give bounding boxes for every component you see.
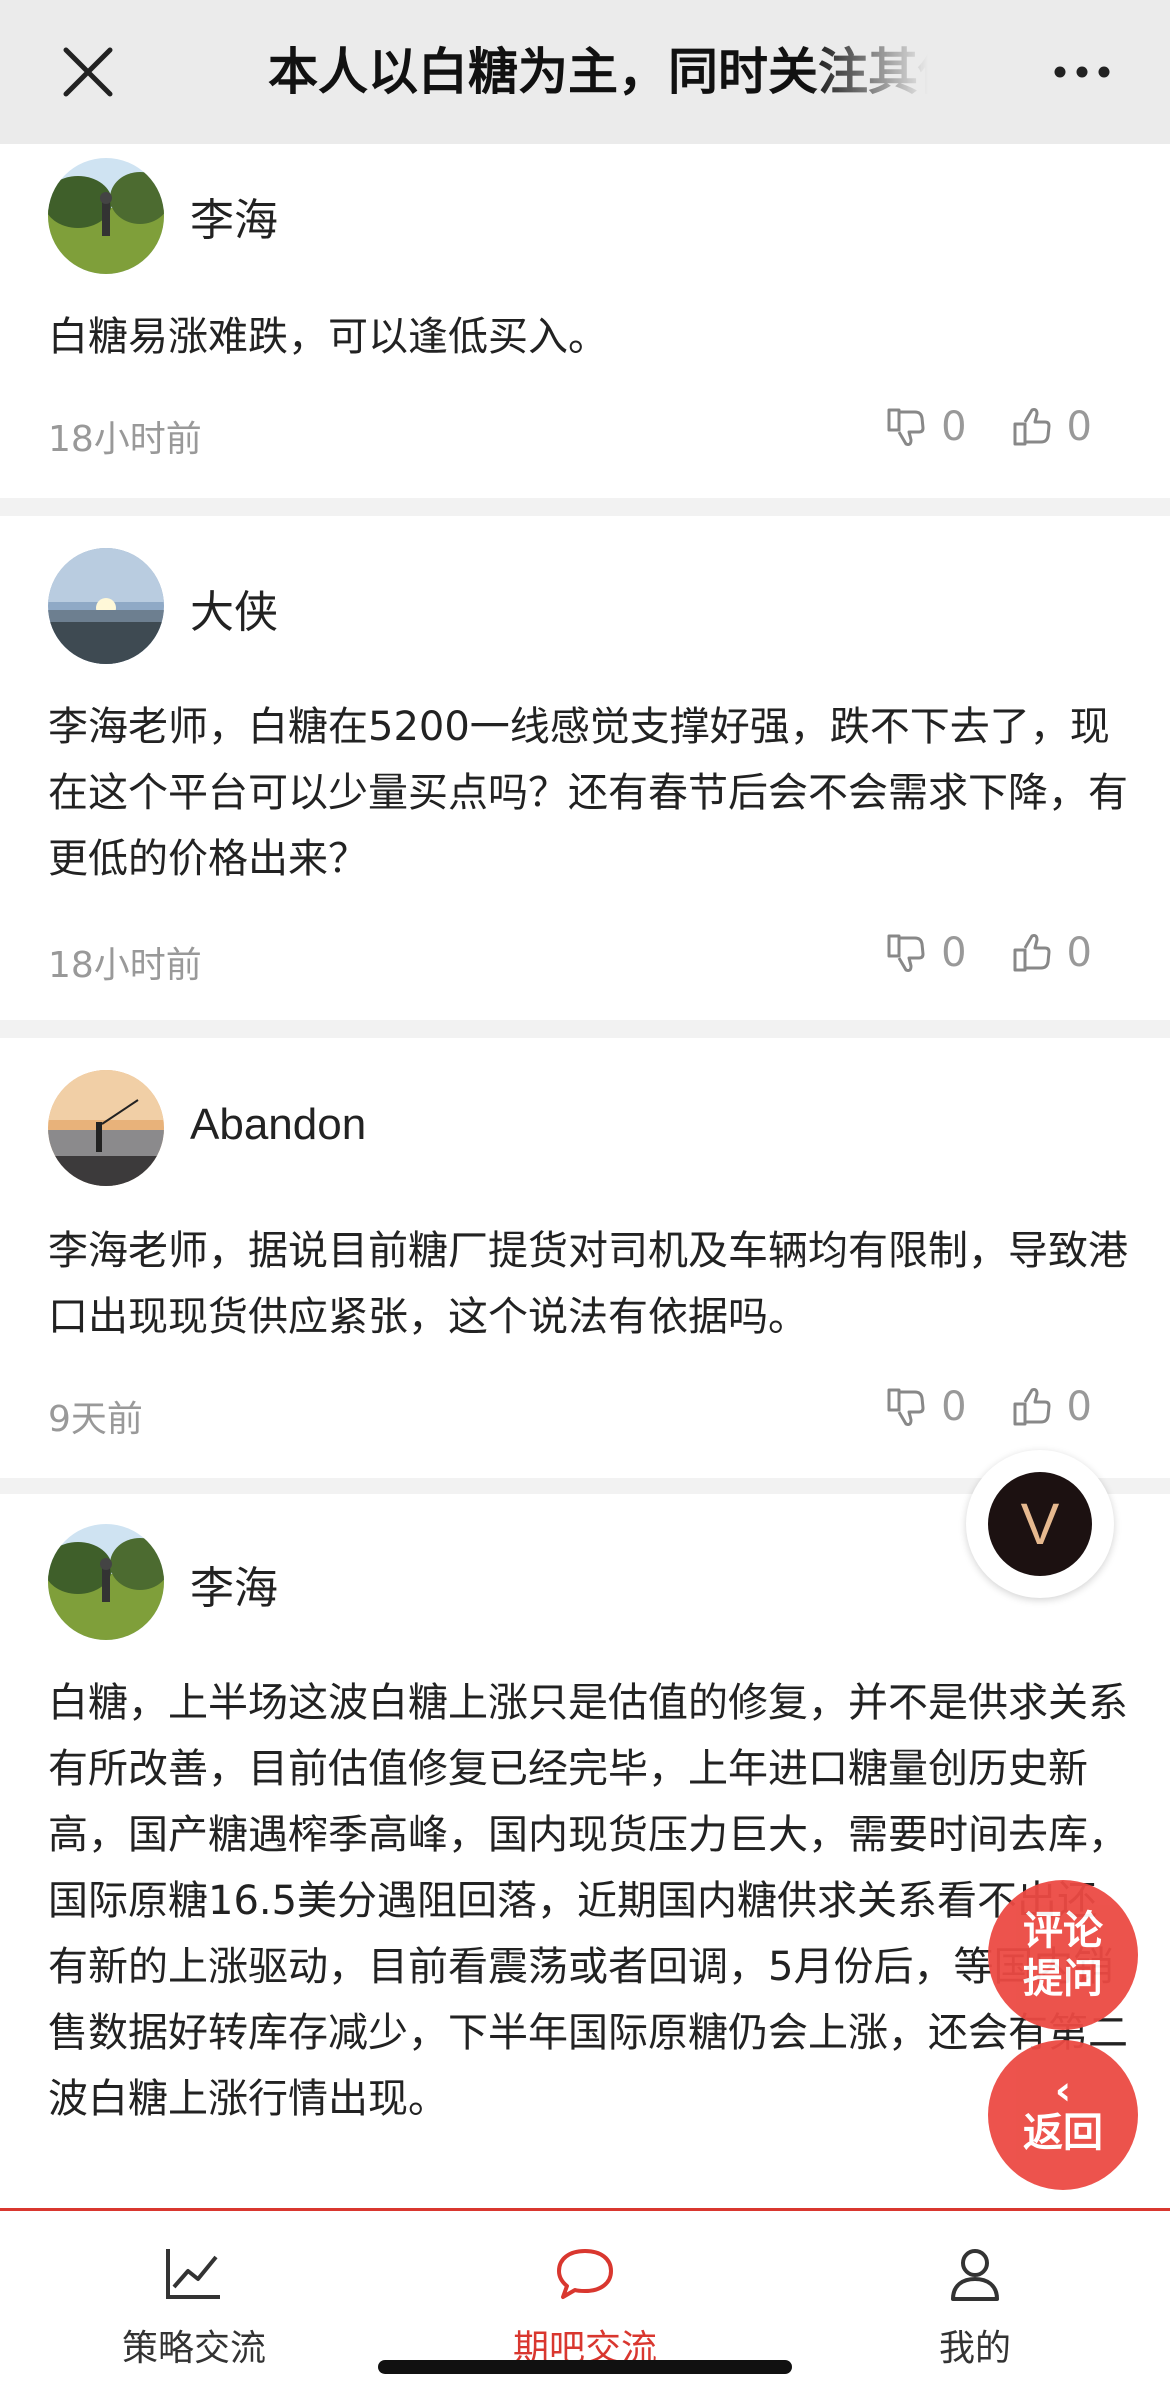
timestamp: 18小时前 <box>48 945 202 986</box>
vote-group: 0 0 <box>885 930 1092 976</box>
comment-ask-button[interactable]: 评论 提问 <box>988 1880 1138 2030</box>
dislike-count: 0 <box>941 1384 967 1430</box>
timestamp: 9天前 <box>48 1399 143 1440</box>
comment-text: 白糖，上半场这波白糖上涨只是估值的修复，并不是供求关系有所改善，目前估值修复已经… <box>48 1680 1128 2122</box>
thumbs-up-icon <box>1013 408 1051 446</box>
comment-card: 大侠 李海老师，白糖在5200一线感觉支撑好强，跌不下去了，现在这个平台可以少量… <box>0 516 1170 1020</box>
comment-text: 李海老师，白糖在5200一线感觉支撑好强，跌不下去了，现在这个平台可以少量买点吗… <box>48 704 1128 882</box>
comment-card: Abandon 李海老师，据说目前糖厂提货对司机及车辆均有限制，导致港口出现现货… <box>0 1038 1170 1478</box>
thumbs-up-icon <box>1013 934 1051 972</box>
like-count: 0 <box>1066 930 1092 976</box>
top-bar: 本人以白糖为主，同时关注其他品种 <box>0 0 1170 144</box>
chevron-left-icon: ‹ <box>1054 2068 1072 2114</box>
tab-label: 我的 <box>938 2328 1011 2369</box>
chart-line-icon <box>166 2249 220 2299</box>
chat-bubble-icon <box>557 2249 613 2299</box>
comment-text: 白糖易涨难跌，可以逢低买入。 <box>48 314 608 360</box>
comment-card: 李海 白糖易涨难跌，可以逢低买入。 18小时前 0 0 <box>0 144 1170 498</box>
user-avatar[interactable] <box>48 1070 164 1186</box>
timestamp: 18小时前 <box>48 419 202 460</box>
user-avatar[interactable] <box>48 158 164 274</box>
like-button[interactable]: 0 <box>1011 930 1092 976</box>
vote-group: 0 0 <box>885 404 1092 450</box>
vip-label: V <box>988 1472 1092 1576</box>
username[interactable]: 李海 <box>190 184 278 248</box>
back-button[interactable]: ‹ 返回 <box>988 2040 1138 2190</box>
user-icon <box>951 2249 999 2301</box>
like-button[interactable]: 0 <box>1011 404 1092 450</box>
thumbs-up-icon <box>1013 1388 1051 1426</box>
thumbs-down-icon <box>887 1388 925 1426</box>
thumbs-down-icon <box>887 408 925 446</box>
username[interactable]: 李海 <box>190 1552 278 1616</box>
vip-button[interactable]: V <box>966 1450 1114 1598</box>
tab-strategy[interactable]: 策略交流 <box>74 2241 314 2371</box>
more-options-icon[interactable] <box>1050 50 1114 94</box>
page-title: 本人以白糖为主，同时关注其他品种 <box>268 43 928 101</box>
thumbs-down-icon <box>887 934 925 972</box>
username[interactable]: Abandon <box>190 1100 366 1150</box>
close-icon[interactable] <box>56 40 120 104</box>
dislike-button[interactable]: 0 <box>885 404 967 450</box>
dislike-count: 0 <box>941 930 967 976</box>
back-label: 返回 <box>1023 2110 1103 2156</box>
comment-label: 评论 <box>1023 1908 1103 1954</box>
dislike-button[interactable]: 0 <box>885 1384 967 1430</box>
tab-label: 策略交流 <box>121 2328 266 2369</box>
home-indicator <box>378 2360 792 2374</box>
user-avatar[interactable] <box>48 1524 164 1640</box>
username[interactable]: 大侠 <box>190 576 278 640</box>
ask-label: 提问 <box>1023 1956 1103 2002</box>
tab-forum[interactable]: 期吧交流 <box>465 2241 705 2371</box>
dislike-count: 0 <box>941 404 967 450</box>
like-button[interactable]: 0 <box>1011 1384 1092 1430</box>
vote-group: 0 0 <box>885 1384 1092 1430</box>
comment-text: 李海老师，据说目前糖厂提货对司机及车辆均有限制，导致港口出现现货供应紧张，这个说… <box>48 1228 1128 1340</box>
like-count: 0 <box>1066 1384 1092 1430</box>
user-avatar[interactable] <box>48 548 164 664</box>
tab-mine[interactable]: 我的 <box>855 2241 1095 2371</box>
dislike-button[interactable]: 0 <box>885 930 967 976</box>
like-count: 0 <box>1066 404 1092 450</box>
